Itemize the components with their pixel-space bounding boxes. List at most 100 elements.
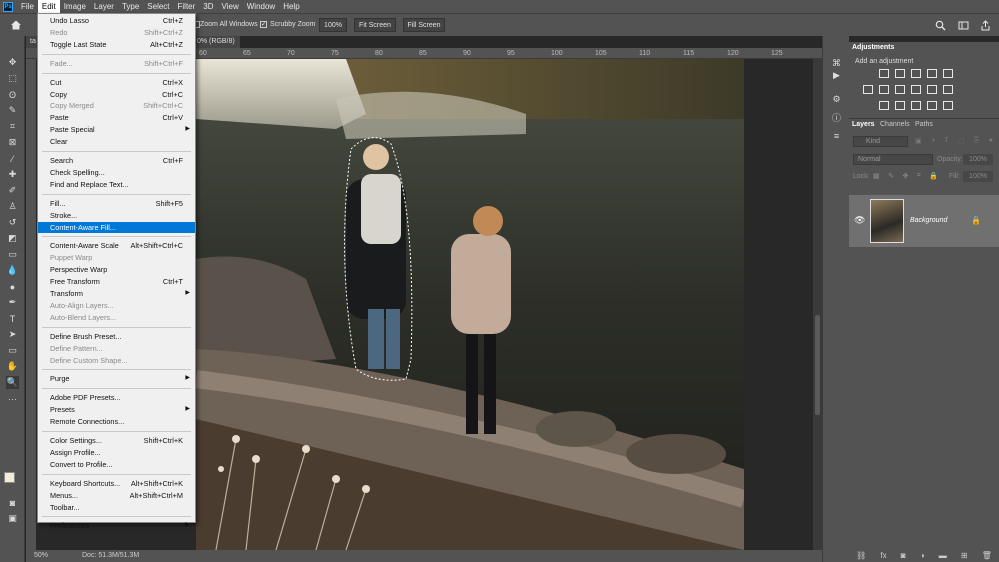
- menu-select[interactable]: Select: [143, 0, 173, 13]
- menu-item-fill[interactable]: Fill... Shift+F5: [38, 198, 195, 209]
- invert-icon[interactable]: [879, 101, 889, 110]
- menu-item-assign-profile[interactable]: Assign Profile...: [38, 447, 195, 458]
- new-layer-icon[interactable]: ⊞: [961, 551, 968, 560]
- menu-item-convert-to-profile[interactable]: Convert to Profile...: [38, 459, 195, 470]
- menu-item-menus[interactable]: Menus... Alt+Shift+Ctrl+M: [38, 490, 195, 501]
- menu-file[interactable]: File: [17, 0, 38, 13]
- levels-icon[interactable]: [895, 69, 905, 78]
- vertical-scrollbar[interactable]: [813, 59, 822, 550]
- fill-input[interactable]: 100%: [963, 171, 993, 182]
- new-group-icon[interactable]: ▬: [939, 551, 947, 560]
- exposure-icon[interactable]: [927, 69, 937, 78]
- brush-tool-icon[interactable]: ✐: [6, 184, 19, 197]
- menu-type[interactable]: Type: [118, 0, 143, 13]
- crop-tool-icon[interactable]: ⌗: [6, 120, 19, 133]
- clone-stamp-tool-icon[interactable]: ♙: [6, 200, 19, 213]
- info-icon[interactable]: ⓘ: [831, 112, 842, 123]
- selective-color-icon[interactable]: [943, 101, 953, 110]
- menu-item-preferences[interactable]: Preferences ▶: [38, 520, 195, 531]
- history-brush-tool-icon[interactable]: ↺: [6, 216, 19, 229]
- black-white-icon[interactable]: [895, 85, 905, 94]
- color-lookup-icon[interactable]: [943, 85, 953, 94]
- menu-item-transform[interactable]: Transform ▶: [38, 288, 195, 299]
- brightness-icon[interactable]: [879, 69, 889, 78]
- screen-mode-icon[interactable]: ▣: [6, 512, 19, 525]
- menu-item-find-and-replace-text[interactable]: Find and Replace Text...: [38, 179, 195, 190]
- pen-tool-icon[interactable]: ✒: [6, 296, 19, 309]
- layer-row-background[interactable]: 👁 Background 🔒: [849, 195, 999, 247]
- menu-item-undo-lasso[interactable]: Undo Lasso Ctrl+Z: [38, 15, 195, 26]
- rectangle-tool-icon[interactable]: ▭: [6, 344, 19, 357]
- frame-tool-icon[interactable]: ⊠: [6, 136, 19, 149]
- move-tool-icon[interactable]: ✥: [6, 56, 19, 69]
- fit-screen-button[interactable]: Fit Screen: [354, 18, 396, 32]
- menu-item-keyboard-shortcuts[interactable]: Keyboard Shortcuts... Alt+Shift+Ctrl+K: [38, 478, 195, 489]
- tab-layers[interactable]: Layers: [849, 119, 878, 130]
- scrubby-zoom-checkbox[interactable]: ✓: [260, 21, 267, 28]
- threshold-icon[interactable]: [911, 101, 921, 110]
- color-balance-icon[interactable]: [879, 85, 889, 94]
- doc-size[interactable]: Doc: 51.3M/51.3M: [82, 552, 139, 559]
- curves-icon[interactable]: [911, 69, 921, 78]
- zoom-100-button[interactable]: 100%: [319, 18, 347, 32]
- menu-item-paste[interactable]: Paste Ctrl+V: [38, 112, 195, 123]
- menu-item-stroke[interactable]: Stroke...: [38, 210, 195, 221]
- menu-item-toolbar[interactable]: Toolbar...: [38, 502, 195, 513]
- channel-mixer-icon[interactable]: [927, 85, 937, 94]
- menu-item-paste-special[interactable]: Paste Special ▶: [38, 124, 195, 135]
- menu-image[interactable]: Image: [60, 0, 90, 13]
- lock-icons[interactable]: ▦ ✎ ✥ ⌗ 🔒: [873, 172, 938, 180]
- lasso-tool-icon[interactable]: ʘ: [6, 88, 19, 101]
- menu-item-remote-connections[interactable]: Remote Connections...: [38, 416, 195, 427]
- tab-paths[interactable]: Paths: [912, 119, 936, 130]
- play-actions-icon[interactable]: ▶: [831, 70, 842, 81]
- delete-layer-icon[interactable]: 🗑: [982, 551, 992, 560]
- opacity-input[interactable]: 100%: [963, 154, 993, 165]
- tab-adjustments[interactable]: Adjustments: [849, 42, 898, 53]
- home-icon[interactable]: [10, 19, 22, 31]
- document-image[interactable]: [196, 59, 744, 550]
- menu-item-define-brush-preset[interactable]: Define Brush Preset...: [38, 331, 195, 342]
- eyedropper-tool-icon[interactable]: ⁄: [6, 152, 19, 165]
- menu-window[interactable]: Window: [243, 0, 279, 13]
- menu-item-content-aware-scale[interactable]: Content-Aware Scale Alt+Shift+Ctrl+C: [38, 240, 195, 251]
- path-select-tool-icon[interactable]: ➤: [6, 328, 19, 341]
- menu-layer[interactable]: Layer: [90, 0, 118, 13]
- layer-filter-icons[interactable]: ▣ ◑ T ⬚ ⎘ ●: [915, 137, 993, 146]
- menu-item-search[interactable]: Search Ctrl+F: [38, 155, 195, 166]
- menu-item-presets[interactable]: Presets ▶: [38, 404, 195, 415]
- eraser-tool-icon[interactable]: ◩: [6, 232, 19, 245]
- blur-tool-icon[interactable]: 💧: [6, 264, 19, 277]
- healing-brush-tool-icon[interactable]: ✚: [6, 168, 19, 181]
- quick-select-tool-icon[interactable]: ✎: [6, 104, 19, 117]
- menu-item-toggle-last-state[interactable]: Toggle Last State Alt+Ctrl+Z: [38, 39, 195, 50]
- menu-item-color-settings[interactable]: Color Settings... Shift+Ctrl+K: [38, 435, 195, 446]
- menu-item-purge[interactable]: Purge ▶: [38, 373, 195, 384]
- add-mask-icon[interactable]: ◙: [901, 551, 906, 560]
- hue-sat-icon[interactable]: [863, 85, 873, 94]
- zoom-level[interactable]: 50%: [34, 552, 48, 559]
- marquee-tool-icon[interactable]: ⬚: [6, 72, 19, 85]
- menu-item-free-transform[interactable]: Free Transform Ctrl+T: [38, 276, 195, 287]
- menu-item-check-spelling[interactable]: Check Spelling...: [38, 167, 195, 178]
- menu-item-clear[interactable]: Clear: [38, 136, 195, 147]
- tab-channels[interactable]: Channels: [877, 119, 913, 130]
- zoom-tool-icon[interactable]: 🔍: [6, 376, 19, 389]
- posterize-icon[interactable]: [895, 101, 905, 110]
- gradient-tool-icon[interactable]: ▭: [6, 248, 19, 261]
- menu-filter[interactable]: Filter: [174, 0, 200, 13]
- menu-item-cut[interactable]: Cut Ctrl+X: [38, 77, 195, 88]
- menu-item-content-aware-fill[interactable]: Content-Aware Fill...: [38, 221, 195, 233]
- brush-settings-icon[interactable]: ⚙: [831, 94, 842, 105]
- blend-mode-select[interactable]: Normal: [853, 154, 933, 165]
- link-layers-icon[interactable]: ⛓: [856, 551, 866, 560]
- edit-toolbar-icon[interactable]: ···: [6, 392, 19, 405]
- search-icon[interactable]: [935, 20, 946, 31]
- menu-help[interactable]: Help: [279, 0, 303, 13]
- fill-screen-button[interactable]: Fill Screen: [403, 18, 445, 32]
- history-icon[interactable]: ⌘: [831, 58, 842, 69]
- menu-item-adobe-pdf-presets[interactable]: Adobe PDF Presets...: [38, 392, 195, 403]
- scrollbar-thumb[interactable]: [815, 315, 820, 415]
- menu-item-perspective-warp[interactable]: Perspective Warp: [38, 264, 195, 275]
- foreground-color-swatch[interactable]: [4, 472, 15, 483]
